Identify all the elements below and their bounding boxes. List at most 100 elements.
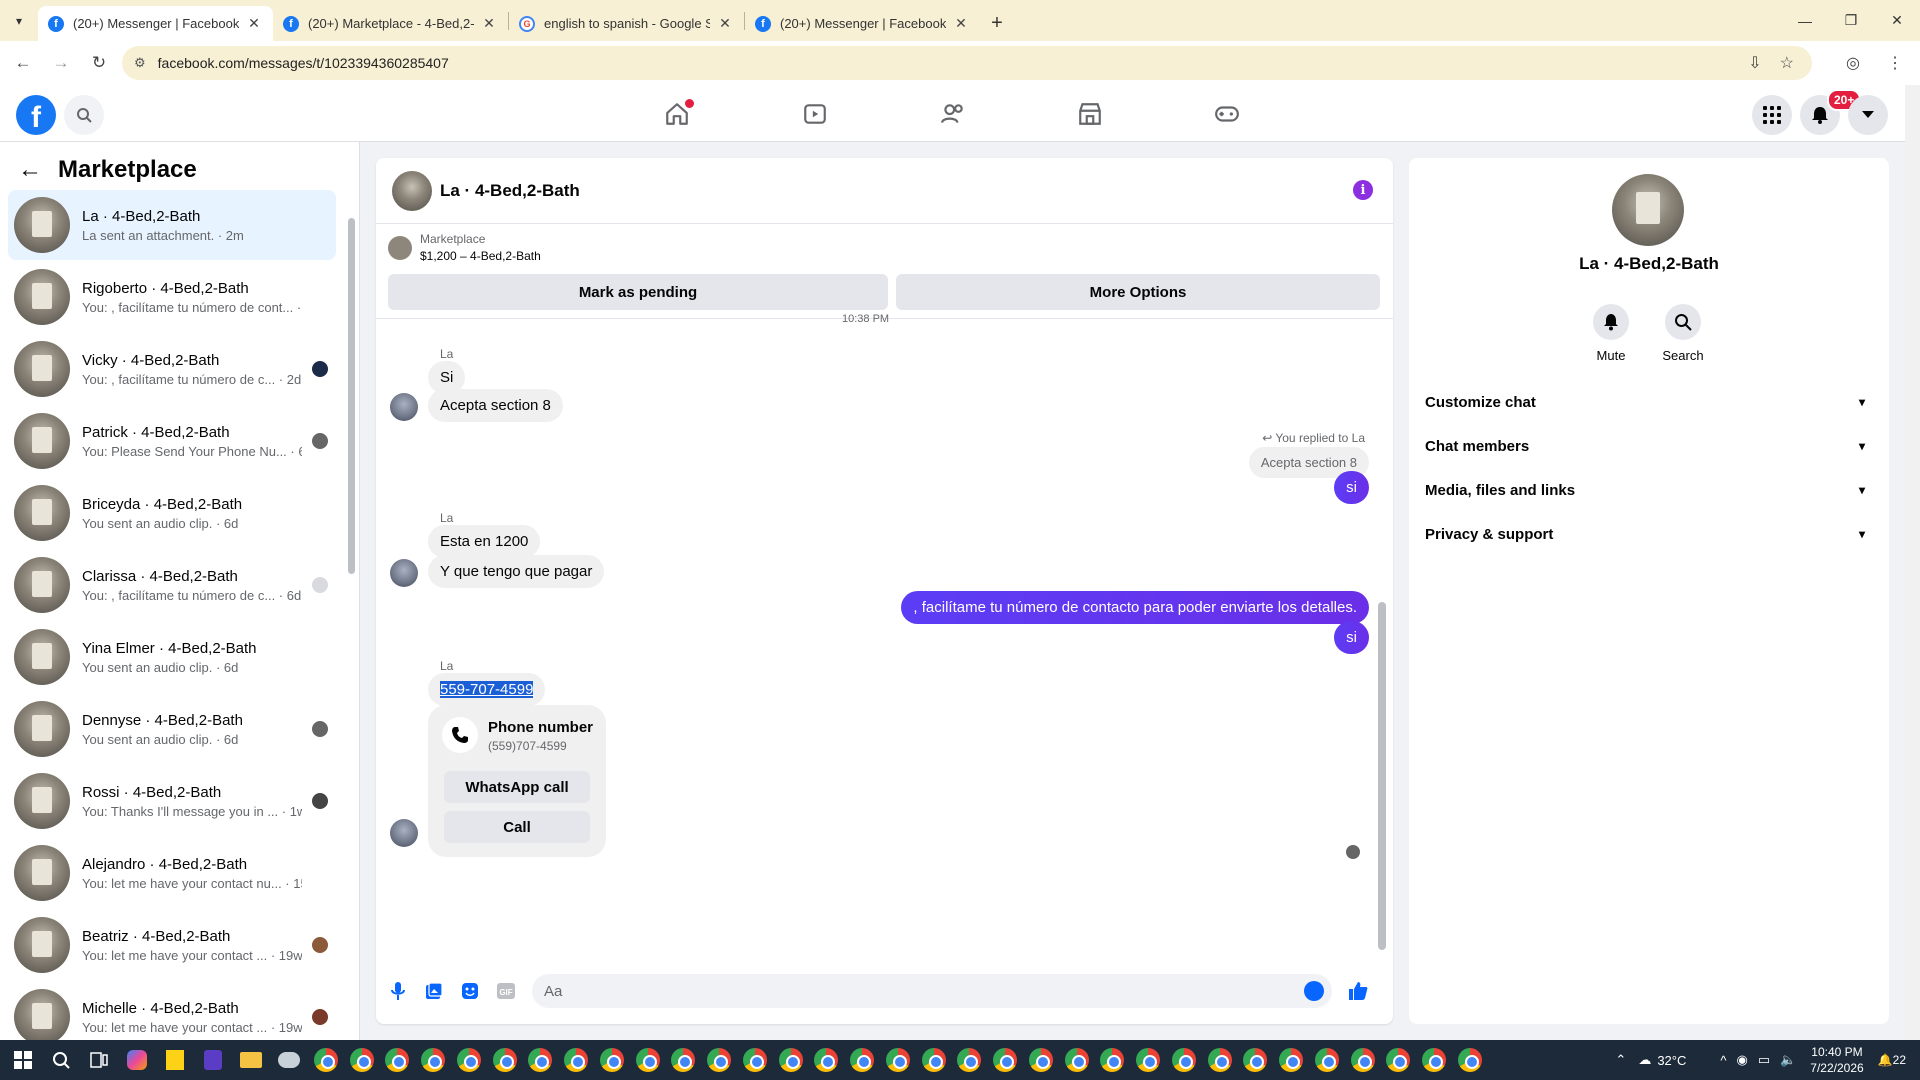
chrome-window-icon[interactable] bbox=[594, 1040, 630, 1080]
sender-avatar[interactable] bbox=[390, 819, 418, 847]
app-icon[interactable] bbox=[194, 1040, 232, 1080]
sticker-icon[interactable] bbox=[452, 973, 488, 1009]
message-input[interactable]: Aa bbox=[532, 974, 1332, 1008]
chat-members-section[interactable]: Chat members ▾ bbox=[1425, 424, 1881, 468]
conversation-item[interactable]: Yina Elmer · 4-Bed,2-Bath You sent an aud… bbox=[8, 622, 336, 692]
chrome-window-icon[interactable] bbox=[916, 1040, 952, 1080]
microphone-icon[interactable] bbox=[380, 973, 416, 1009]
notification-center[interactable]: 🔔22 bbox=[1878, 1053, 1906, 1067]
network-icon[interactable]: ▭ bbox=[1758, 1052, 1770, 1068]
listing-summary[interactable]: Marketplace $1,200 – 4-Bed,2-Bath bbox=[388, 232, 541, 263]
thumbs-up-icon[interactable] bbox=[1340, 973, 1376, 1009]
chat-title[interactable]: La · 4-Bed,2-Bath bbox=[440, 181, 580, 201]
restore-icon[interactable]: ❐ bbox=[1828, 0, 1874, 41]
message-bubble[interactable]: Esta en 1200 bbox=[428, 525, 541, 558]
chrome-window-icon[interactable] bbox=[1095, 1040, 1131, 1080]
conversation-item[interactable]: Briceyda · 4-Bed,2-Bath You sent an audio… bbox=[8, 478, 336, 548]
message-bubble[interactable]: 559-707-4599 bbox=[428, 673, 546, 706]
chrome-window-icon[interactable] bbox=[666, 1040, 702, 1080]
install-app-icon[interactable]: ⇩ bbox=[1748, 53, 1761, 73]
search-icon[interactable] bbox=[42, 1040, 80, 1080]
close-tab-icon[interactable]: ✕ bbox=[245, 15, 263, 32]
chrome-window-icon[interactable] bbox=[558, 1040, 594, 1080]
new-tab-button[interactable]: + bbox=[980, 6, 1014, 41]
chat-scrollbar[interactable] bbox=[1378, 326, 1386, 956]
photo-icon[interactable] bbox=[416, 973, 452, 1009]
browser-menu-icon[interactable]: ⋮ bbox=[1880, 48, 1910, 78]
chrome-window-icon[interactable] bbox=[1416, 1040, 1452, 1080]
conversation-item[interactable]: Vicky · 4-Bed,2-Bath You: , facilítame tu… bbox=[8, 334, 336, 404]
chrome-window-icon[interactable] bbox=[1273, 1040, 1309, 1080]
chrome-window-icon[interactable] bbox=[344, 1040, 380, 1080]
conversation-item[interactable]: Rossi · 4-Bed,2-Bath You: Thanks I'll mes… bbox=[8, 766, 336, 836]
conversation-scrollbar[interactable] bbox=[348, 198, 355, 1034]
close-tab-icon[interactable]: ✕ bbox=[952, 15, 970, 32]
mute-button[interactable]: Mute bbox=[1581, 304, 1641, 363]
chrome-window-icon[interactable] bbox=[1059, 1040, 1095, 1080]
conversation-item[interactable]: Beatriz · 4-Bed,2-Bath You: let me have y… bbox=[8, 910, 336, 980]
conversation-item[interactable]: Alejandro · 4-Bed,2-Bath You: let me have… bbox=[8, 838, 336, 908]
clock[interactable]: 10:40 PM 7/22/2026 bbox=[1810, 1044, 1863, 1076]
weather-icon[interactable]: ☁ bbox=[1638, 1052, 1651, 1068]
chrome-window-icon[interactable] bbox=[1238, 1040, 1274, 1080]
menu-grid-icon[interactable] bbox=[1752, 95, 1792, 135]
facebook-logo-icon[interactable]: f bbox=[16, 95, 56, 135]
friends-nav[interactable] bbox=[898, 85, 1008, 142]
close-tab-icon[interactable]: ✕ bbox=[480, 15, 498, 32]
whatsapp-call-button[interactable]: WhatsApp call bbox=[444, 771, 590, 803]
chrome-window-icon[interactable] bbox=[415, 1040, 451, 1080]
browser-tab-1[interactable]: f (20+) Messenger | Facebook ✕ bbox=[38, 6, 273, 41]
browser-tab-4[interactable]: f (20+) Messenger | Facebook ✕ bbox=[745, 6, 980, 41]
reload-icon[interactable]: ↻ bbox=[84, 48, 114, 78]
chrome-window-icon[interactable] bbox=[1345, 1040, 1381, 1080]
phone-link[interactable]: 559-707-4599 bbox=[440, 681, 534, 698]
address-bar[interactable]: ⚙ facebook.com/messages/t/10233943602854… bbox=[122, 46, 1812, 80]
profile-icon[interactable]: ◎ bbox=[1838, 48, 1868, 78]
conversation-item[interactable]: Dennyse · 4-Bed,2-Bath You sent an audio … bbox=[8, 694, 336, 764]
sender-avatar[interactable] bbox=[390, 393, 418, 421]
message-bubble[interactable]: Acepta section 8 bbox=[428, 389, 563, 422]
close-window-icon[interactable]: ✕ bbox=[1874, 0, 1920, 41]
close-tab-icon[interactable]: ✕ bbox=[716, 15, 734, 32]
chrome-window-icon[interactable] bbox=[809, 1040, 845, 1080]
back-arrow-icon[interactable]: ← bbox=[8, 48, 38, 78]
bookmark-star-icon[interactable]: ☆ bbox=[1780, 53, 1794, 73]
chrome-window-icon[interactable] bbox=[380, 1040, 416, 1080]
chrome-window-icon[interactable] bbox=[487, 1040, 523, 1080]
page-scrollbar[interactable] bbox=[1905, 85, 1920, 1040]
site-info-icon[interactable]: ⚙ bbox=[134, 55, 146, 71]
message-bubble[interactable]: Y que tengo que pagar bbox=[428, 555, 605, 588]
chrome-window-icon[interactable] bbox=[1452, 1040, 1488, 1080]
search-icon[interactable] bbox=[64, 95, 104, 135]
chrome-window-icon[interactable] bbox=[1023, 1040, 1059, 1080]
app-icon[interactable] bbox=[270, 1040, 308, 1080]
forward-arrow-icon[interactable]: → bbox=[46, 48, 76, 78]
chrome-window-icon[interactable] bbox=[737, 1040, 773, 1080]
chrome-window-icon[interactable] bbox=[1202, 1040, 1238, 1080]
sent-message-bubble[interactable]: si bbox=[1334, 471, 1369, 504]
info-icon[interactable]: i bbox=[1353, 180, 1373, 200]
marketplace-nav[interactable] bbox=[1035, 85, 1145, 142]
file-explorer-icon[interactable] bbox=[232, 1040, 270, 1080]
sent-message-bubble[interactable]: si bbox=[1334, 621, 1369, 654]
more-options-button[interactable]: More Options bbox=[896, 274, 1380, 310]
account-chevron-icon[interactable] bbox=[1848, 95, 1888, 135]
windows-start-icon[interactable] bbox=[4, 1040, 42, 1080]
privacy-support-section[interactable]: Privacy & support ▾ bbox=[1425, 512, 1881, 556]
gif-icon[interactable]: GIF bbox=[488, 973, 524, 1009]
chrome-window-icon[interactable] bbox=[1309, 1040, 1345, 1080]
chrome-window-icon[interactable] bbox=[987, 1040, 1023, 1080]
volume-icon[interactable]: 🔈 bbox=[1780, 1052, 1796, 1068]
media-files-links-section[interactable]: Media, files and links ▾ bbox=[1425, 468, 1881, 512]
temperature[interactable]: 32°C bbox=[1657, 1053, 1686, 1068]
tab-search-dropdown[interactable]: ▾ bbox=[0, 0, 38, 41]
chrome-window-icon[interactable] bbox=[952, 1040, 988, 1080]
location-icon[interactable]: ◉ bbox=[1736, 1052, 1747, 1068]
task-view-icon[interactable] bbox=[80, 1040, 118, 1080]
video-nav[interactable] bbox=[760, 85, 870, 142]
call-button[interactable]: Call bbox=[444, 811, 590, 843]
chrome-window-icon[interactable] bbox=[308, 1040, 344, 1080]
conversation-item[interactable]: La · 4-Bed,2-Bath La sent an attachment. … bbox=[8, 190, 336, 260]
chevron-up-icon[interactable]: ⌃ bbox=[1615, 1052, 1626, 1068]
chrome-window-icon[interactable] bbox=[1130, 1040, 1166, 1080]
